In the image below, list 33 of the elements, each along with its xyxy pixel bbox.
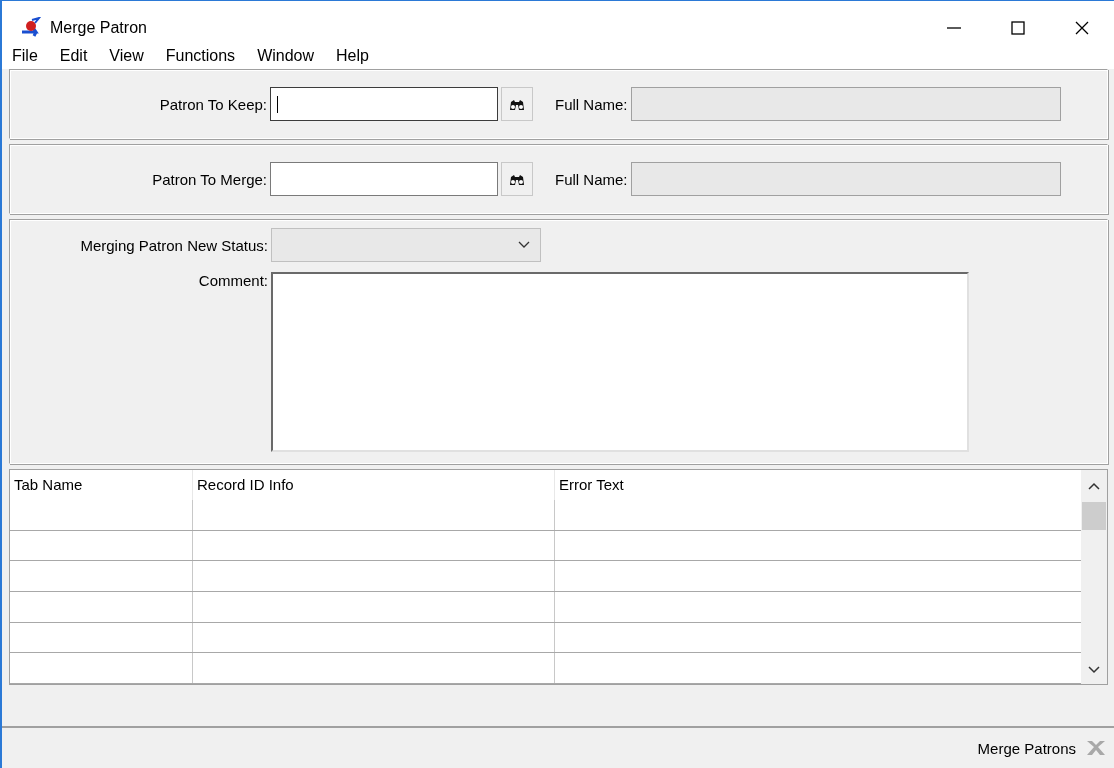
menu-item[interactable]: View — [109, 47, 144, 65]
app-logo-icon — [20, 17, 42, 39]
scrollbar-thumb[interactable] — [1082, 502, 1106, 530]
menu-item[interactable]: Edit — [59, 47, 88, 65]
input-field[interactable] — [270, 87, 498, 121]
maximize-icon[interactable] — [1010, 20, 1026, 36]
menu-item[interactable]: File — [12, 47, 38, 65]
column-header[interactable]: Error Text — [555, 470, 1081, 500]
chevron-down-icon — [518, 241, 530, 249]
scroll-down-icon[interactable] — [1088, 666, 1100, 674]
close-icon[interactable] — [1074, 20, 1090, 36]
scrollbar[interactable] — [1081, 470, 1107, 684]
comment-field[interactable] — [271, 272, 969, 452]
input-field[interactable] — [270, 162, 498, 196]
field-label: Patron To Keep: — [158, 95, 268, 113]
menu-item[interactable]: Help — [336, 47, 369, 65]
search-button[interactable] — [501, 87, 533, 121]
column-header[interactable]: Tab Name — [10, 470, 193, 500]
field-label: Merging Patron New Status: — [79, 236, 269, 254]
binoculars-icon — [509, 172, 525, 186]
field-label: Comment: — [197, 272, 269, 289]
search-button[interactable] — [501, 162, 533, 196]
binoculars-icon — [509, 97, 525, 111]
field-label: Patron To Merge: — [151, 170, 268, 188]
menu-item[interactable]: Functions — [165, 47, 236, 65]
field-label: Full Name: — [555, 95, 629, 113]
window-title: Merge Patron — [50, 19, 147, 37]
merge-icon — [1086, 739, 1106, 757]
field-label: Full Name: — [555, 170, 629, 188]
status-text: Merge Patrons — [977, 739, 1076, 757]
scroll-up-icon[interactable] — [1088, 482, 1100, 490]
column-header[interactable]: Record ID Info — [193, 470, 555, 500]
menu-item[interactable]: Window — [257, 47, 315, 65]
